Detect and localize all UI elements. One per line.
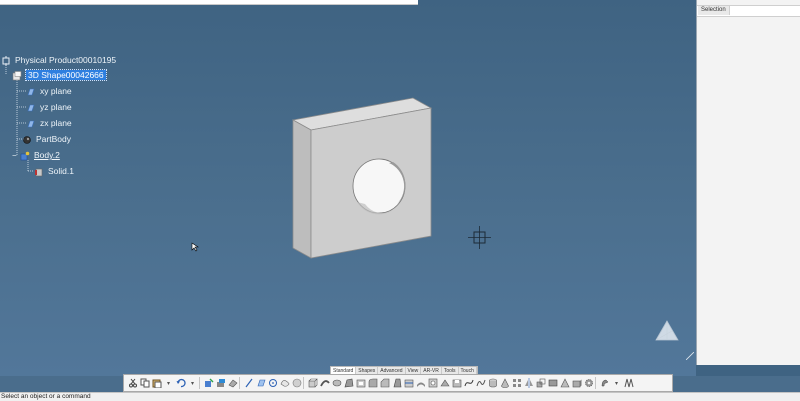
tree-label: Body.2 bbox=[34, 150, 60, 160]
plane-tool-icon[interactable] bbox=[255, 377, 266, 390]
scale-icon[interactable] bbox=[535, 377, 546, 390]
knowledge-icon[interactable] bbox=[623, 377, 634, 390]
mouse-cursor-icon bbox=[191, 242, 199, 252]
selection-tab[interactable]: Selection bbox=[698, 6, 730, 15]
chamfer-icon[interactable] bbox=[379, 377, 390, 390]
tree-label: PartBody bbox=[36, 134, 71, 144]
fillet-icon[interactable] bbox=[367, 377, 378, 390]
tree-item-xy-plane[interactable]: xy plane bbox=[26, 84, 72, 98]
cone-icon[interactable] bbox=[499, 377, 510, 390]
tree-label: xy plane bbox=[40, 86, 72, 96]
action-bar: ▾ ▾ ▾ bbox=[123, 374, 673, 392]
loft-icon[interactable] bbox=[343, 377, 354, 390]
plane-icon bbox=[26, 87, 36, 97]
shell-icon[interactable] bbox=[355, 377, 366, 390]
robot-icon[interactable] bbox=[599, 377, 610, 390]
body-icon bbox=[20, 151, 30, 161]
curve-icon[interactable] bbox=[463, 377, 474, 390]
resize-handle-icon[interactable] bbox=[686, 352, 694, 360]
shape-icon bbox=[12, 70, 22, 81]
toolbar-separator bbox=[239, 377, 242, 389]
revolve-icon[interactable] bbox=[331, 377, 342, 390]
right-panel: Selection bbox=[696, 0, 800, 365]
tree-item-yz-plane[interactable]: yz plane bbox=[26, 100, 72, 114]
collapse-toggle-icon[interactable]: − bbox=[12, 149, 20, 163]
panel-header: Selection bbox=[697, 5, 800, 17]
split-icon[interactable] bbox=[403, 377, 414, 390]
product-icon bbox=[1, 55, 11, 66]
cut-icon[interactable] bbox=[127, 377, 138, 390]
solid-icon bbox=[34, 167, 44, 177]
line-icon[interactable] bbox=[243, 377, 254, 390]
hole-icon[interactable] bbox=[427, 377, 438, 390]
tree-label: Solid.1 bbox=[48, 166, 74, 176]
thicken-icon[interactable] bbox=[415, 377, 426, 390]
plane-icon bbox=[26, 103, 36, 113]
update-icon[interactable] bbox=[203, 377, 214, 390]
square-plate-with-hole[interactable] bbox=[285, 92, 440, 262]
paste-icon[interactable] bbox=[151, 377, 162, 390]
circle-icon[interactable] bbox=[267, 377, 278, 390]
face-icon[interactable] bbox=[571, 377, 582, 390]
dropdown-arrow-icon[interactable]: ▾ bbox=[611, 377, 622, 390]
rib-icon[interactable] bbox=[439, 377, 450, 390]
dropdown-arrow-icon[interactable]: ▾ bbox=[163, 377, 174, 390]
tree-label: Physical Product00010195 bbox=[15, 55, 117, 65]
draft-icon[interactable] bbox=[391, 377, 402, 390]
robot-compass-icon[interactable] bbox=[468, 226, 492, 250]
toolbar-separator bbox=[199, 377, 202, 389]
tree-item-zx-plane[interactable]: zx plane bbox=[26, 116, 72, 130]
toolbar-separator bbox=[303, 377, 306, 389]
copy-icon[interactable] bbox=[139, 377, 150, 390]
sphere-icon[interactable] bbox=[291, 377, 302, 390]
undo-icon[interactable] bbox=[175, 377, 186, 390]
tree-label-selected: 3D Shape00042666 bbox=[25, 69, 107, 81]
mirror-icon[interactable] bbox=[523, 377, 534, 390]
pattern-icon[interactable] bbox=[511, 377, 522, 390]
eraser-icon[interactable] bbox=[227, 377, 238, 390]
sweep-icon[interactable] bbox=[319, 377, 330, 390]
pocket-icon[interactable] bbox=[451, 377, 462, 390]
insert-geometry-icon[interactable] bbox=[215, 377, 226, 390]
translate-icon[interactable] bbox=[547, 377, 558, 390]
tree-label: zx plane bbox=[40, 118, 72, 128]
axis-triad-icon[interactable] bbox=[652, 318, 684, 346]
rotate-icon[interactable] bbox=[559, 377, 570, 390]
tree-item-partbody[interactable]: PartBody bbox=[22, 132, 71, 146]
tree-label: yz plane bbox=[40, 102, 72, 112]
partbody-icon bbox=[22, 135, 32, 145]
gear-icon[interactable] bbox=[583, 377, 594, 390]
cylinder-icon[interactable] bbox=[487, 377, 498, 390]
tree-item-physical-product[interactable]: Physical Product00010195 bbox=[1, 53, 116, 67]
toolbar-separator bbox=[595, 377, 598, 389]
box-icon[interactable] bbox=[307, 377, 318, 390]
right-panel-bottom bbox=[696, 365, 800, 376]
spline-icon[interactable] bbox=[475, 377, 486, 390]
tree-item-solid1[interactable]: Solid.1 bbox=[34, 164, 74, 178]
tree-item-3d-shape[interactable]: 3D Shape00042666 bbox=[12, 68, 107, 82]
dropdown-arrow-icon[interactable]: ▾ bbox=[187, 377, 198, 390]
plane-icon bbox=[26, 119, 36, 129]
freeform-shape-icon[interactable] bbox=[279, 377, 290, 390]
tree-item-body2[interactable]: − Body.2 bbox=[12, 148, 60, 162]
